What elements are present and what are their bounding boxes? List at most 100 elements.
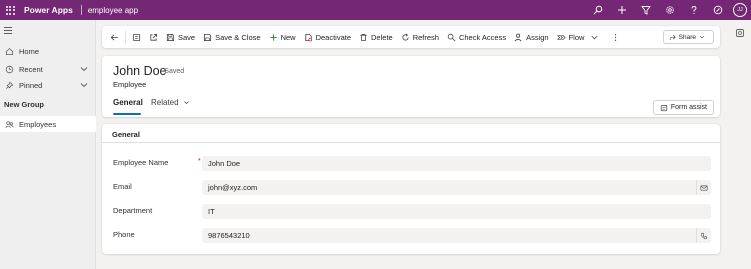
save-label: Save [178,32,196,42]
save-close-icon [204,33,212,41]
section-title: General [112,130,140,139]
department-field[interactable]: IT [202,204,711,219]
check-access-label: Check Access [458,32,507,42]
form-assist-label: Form assist [670,104,707,111]
back-button[interactable] [102,26,123,48]
phone-field[interactable]: 9876543210 [202,228,711,243]
sidebar-item-recent[interactable]: Recent [0,61,96,77]
clock-icon [4,64,14,74]
sidebar-item-label: Pinned [19,80,43,90]
call-button[interactable] [696,228,711,243]
entity-name: Employee [113,80,147,89]
sidebar-item-home[interactable]: Home [0,43,96,59]
required-indicator: * [198,158,201,165]
filter-icon[interactable] [634,0,658,20]
side-pane-strip [729,20,751,269]
sidebar-item-label: Recent [19,64,43,74]
search-icon[interactable] [586,0,610,20]
save-status: - Saved [160,68,185,75]
hamburger-menu-icon[interactable] [4,27,12,36]
avatar[interactable]: JJ [733,3,747,17]
chevron-down-icon [699,35,705,39]
employee-name-field[interactable]: John Doe [202,156,711,171]
environment-name[interactable]: employee app [88,6,138,15]
department-label: Department [113,206,153,215]
deactivate-button[interactable]: Deactivate [300,26,355,48]
chevron-down-icon[interactable] [80,65,88,73]
save-button[interactable]: Save [162,26,199,48]
deactivate-label: Deactivate [315,32,352,42]
copilot-icon[interactable] [706,0,730,20]
refresh-button[interactable]: Refresh [397,26,443,48]
save-and-close-button[interactable]: Save & Close [199,26,264,48]
form-assist-button[interactable]: Form assist [652,100,714,115]
pin-icon [4,80,14,90]
delete-button[interactable]: Delete [355,26,397,48]
sidebar-item-label: Employees [19,119,57,129]
save-icon [166,33,175,41]
new-label: New [280,32,296,42]
refresh-icon [402,33,409,40]
left-navigation: Home Recent Pinned New Group Employees [0,20,96,269]
share-label: Share [678,33,696,41]
sidebar-item-label: Home [19,46,40,56]
top-bar: Power Apps employee app JJ [0,0,751,20]
share-button[interactable]: Share [662,30,714,44]
search-check-icon [447,33,456,41]
record-set-button[interactable] [128,26,145,48]
send-email-button[interactable] [696,180,711,195]
command-bar: Save Save & Close New Deactivate Delete … [102,26,720,48]
more-vertical-icon [615,33,617,41]
share-icon [669,34,676,40]
person-assign-icon [514,33,522,41]
app-name[interactable]: Power Apps [24,5,73,15]
app-side-pane-icon[interactable] [735,28,745,38]
nav-group-heading: New Group [4,100,45,109]
form-assist-icon [660,104,667,111]
document-deactivate-icon [304,33,312,41]
plus-icon [269,33,277,41]
active-tab-indicator [113,113,141,115]
save-and-close-label: Save & Close [215,32,261,42]
sidebar-item-pinned[interactable]: Pinned [0,77,96,93]
people-icon [4,119,14,129]
tab-general[interactable]: General [113,98,143,107]
open-new-window-button[interactable] [145,26,162,48]
settings-icon[interactable] [658,0,682,20]
divider [125,31,126,43]
form-icon [132,33,141,41]
employee-name-label: Employee Name [113,158,169,167]
flow-icon [556,34,566,40]
chevron-down-icon [183,101,189,105]
flow-button[interactable]: Flow [553,26,604,48]
phone-value: 9876543210 [208,231,250,240]
chevron-down-icon[interactable] [80,81,88,89]
new-button[interactable]: New [265,26,300,48]
phone-label: Phone [113,230,135,239]
assign-button[interactable]: Assign [510,26,553,48]
chevron-down-icon [591,35,598,39]
general-section: General Employee Name * John Doe Email j… [102,124,720,254]
app-launcher-icon[interactable] [0,0,20,20]
email-label: Email [113,182,132,191]
phone-icon [700,232,708,239]
tab-related-label: Related [151,98,179,107]
plus-icon[interactable] [610,0,634,20]
arrow-left-icon [110,34,119,40]
sidebar-item-employees[interactable]: Employees [0,116,96,132]
employee-name-value: John Doe [208,159,241,168]
more-commands-button[interactable] [607,26,624,48]
open-in-new-window-icon [150,33,158,41]
mail-icon [700,184,708,191]
check-access-button[interactable]: Check Access [443,26,510,48]
department-value: IT [208,207,215,216]
help-icon[interactable] [682,0,706,20]
tab-related[interactable]: Related [151,98,190,107]
email-value: john@xyz.com [208,183,258,192]
email-field[interactable]: john@xyz.com [202,180,711,195]
title-divider [80,5,82,15]
assign-label: Assign [526,32,549,42]
record-header: John Doe - Saved Employee General Relate… [102,56,720,117]
section-divider [102,142,720,143]
record-title: John Doe [113,64,167,78]
